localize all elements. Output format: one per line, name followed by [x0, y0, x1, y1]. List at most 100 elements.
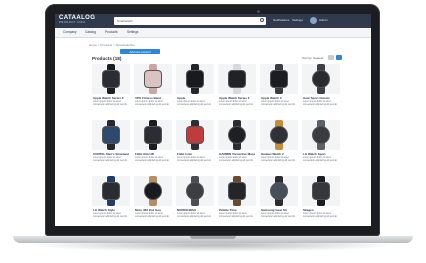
- product-card[interactable]: CONTEL Men's Smartwatch Lorem ipsum dolor…: [92, 120, 130, 170]
- product-card[interactable]: LG Watch Style Lorem ipsum dolor sit amet…: [92, 176, 130, 226]
- product-image[interactable]: [302, 176, 340, 206]
- grid-view-icon[interactable]: [336, 55, 342, 60]
- product-image[interactable]: [260, 176, 298, 206]
- product-description: Lorem ipsum dolor sit amet, consectetur …: [303, 157, 338, 162]
- product-card[interactable]: NORDICWAN Lorem ipsum dolor sit amet, con…: [176, 176, 214, 226]
- watch-face-icon: [144, 182, 162, 200]
- product-title[interactable]: Huawei Watch 2: [261, 152, 297, 156]
- product-title[interactable]: VPG Fitness Band: [135, 96, 171, 100]
- product-image[interactable]: [218, 64, 256, 94]
- product-card[interactable]: Moto 360 2nd Gen Lorem ipsum dolor sit am…: [134, 176, 172, 226]
- watch-face-icon: [270, 126, 288, 144]
- product-title[interactable]: Fitbit Ionic: [177, 152, 213, 156]
- product-card[interactable]: VPG Fitness Band Lorem ipsum dolor sit am…: [134, 64, 172, 114]
- product-image[interactable]: [92, 64, 130, 94]
- product-image[interactable]: [302, 120, 340, 150]
- product-title[interactable]: NORDICWAN: [177, 208, 213, 212]
- product-image[interactable]: [92, 120, 130, 150]
- product-title[interactable]: LG Watch Sport: [303, 152, 339, 156]
- product-card[interactable]: Skagen Lorem ipsum dolor sit amet, consec…: [302, 176, 340, 226]
- product-title[interactable]: Apple Watch Series 2: [219, 96, 255, 100]
- product-title[interactable]: Apple Watch Series 3: [93, 96, 129, 100]
- product-description: Lorem ipsum dolor sit amet, consectetur …: [219, 157, 254, 162]
- settings-link[interactable]: Settings: [292, 18, 303, 22]
- add-product-button[interactable]: Add new product: [120, 49, 160, 54]
- product-card[interactable]: Apple Watch Series 3 Lorem ipsum dolor si…: [92, 64, 130, 114]
- product-title[interactable]: Pebble Time: [219, 208, 255, 212]
- product-title[interactable]: Apple: [177, 96, 213, 100]
- product-card[interactable]: Gear Sport Classic Lorem ipsum dolor sit …: [302, 64, 340, 114]
- product-card[interactable]: Huawei Watch 2 Lorem ipsum dolor sit amet…: [260, 120, 298, 170]
- product-card[interactable]: Fitbit Alta HR Lorem ipsum dolor sit amet…: [134, 120, 172, 170]
- product-description: Lorem ipsum dolor sit amet, consectetur …: [303, 101, 338, 106]
- nav-company[interactable]: Company: [63, 30, 77, 34]
- watch-face-icon: [312, 70, 330, 88]
- laptop-screen: CATAALOG PRODUCT INFO Smartwatch Notific…: [55, 14, 371, 226]
- product-title[interactable]: Gear Sport Classic: [303, 96, 339, 100]
- top-bar: CATAALOG PRODUCT INFO Smartwatch Notific…: [55, 14, 371, 28]
- product-image[interactable]: [92, 176, 130, 206]
- product-title[interactable]: Fitbit Alta HR: [135, 152, 171, 156]
- product-image[interactable]: [134, 176, 172, 206]
- product-image[interactable]: [176, 64, 214, 94]
- product-image[interactable]: [260, 64, 298, 94]
- product-card[interactable]: LG Watch Sport Lorem ipsum dolor sit amet…: [302, 120, 340, 170]
- watch-face-icon: [102, 182, 120, 200]
- product-description: Lorem ipsum dolor sit amet, consectetur …: [261, 101, 296, 106]
- search-input[interactable]: Smartwatch: [114, 17, 266, 25]
- watch-face-icon: [312, 182, 330, 200]
- product-image[interactable]: [134, 64, 172, 94]
- product-image[interactable]: [260, 120, 298, 150]
- product-image[interactable]: [218, 176, 256, 206]
- product-description: Lorem ipsum dolor sit amet, consectetur …: [135, 101, 170, 106]
- watch-face-icon: [270, 182, 288, 200]
- product-description: Lorem ipsum dolor sit amet, consectetur …: [303, 213, 338, 218]
- product-title[interactable]: Samsung Gear S3: [261, 208, 297, 212]
- product-description: Lorem ipsum dolor sit amet, consectetur …: [261, 157, 296, 162]
- product-description: Lorem ipsum dolor sit amet, consectetur …: [219, 213, 254, 218]
- nav-catalog[interactable]: Catalog: [85, 30, 96, 34]
- product-image[interactable]: [176, 176, 214, 206]
- main-nav: Company Catalog Products Settings: [55, 28, 371, 38]
- product-image[interactable]: [134, 120, 172, 150]
- user-name[interactable]: Admin: [319, 18, 328, 22]
- product-description: Lorem ipsum dolor sit amet, consectetur …: [219, 101, 254, 106]
- avatar[interactable]: [310, 17, 317, 24]
- camera-icon: [257, 10, 260, 13]
- product-card[interactable]: GARMIN Vivoactive Music Lorem ipsum dolor…: [218, 120, 256, 170]
- product-image[interactable]: [176, 120, 214, 150]
- product-description: Lorem ipsum dolor sit amet, consectetur …: [177, 157, 212, 162]
- product-description: Lorem ipsum dolor sit amet, consectetur …: [93, 101, 128, 106]
- watch-face-icon: [228, 126, 246, 144]
- product-image[interactable]: [302, 64, 340, 94]
- breadcrumb[interactable]: Home > Products > Smartwatches: [89, 43, 135, 47]
- search-icon[interactable]: [260, 18, 264, 22]
- watch-face-icon: [102, 126, 120, 144]
- watch-face-icon: [186, 126, 204, 144]
- product-title[interactable]: GARMIN Vivoactive Music: [219, 152, 255, 156]
- product-card[interactable]: Apple Watch 3 Lorem ipsum dolor sit amet,…: [260, 64, 298, 114]
- product-card[interactable]: Samsung Gear S3 Lorem ipsum dolor sit ame…: [260, 176, 298, 226]
- watch-face-icon: [228, 182, 246, 200]
- product-description: Lorem ipsum dolor sit amet, consectetur …: [93, 157, 128, 162]
- product-title[interactable]: CONTEL Men's Smartwatch: [93, 152, 129, 156]
- app-logo[interactable]: CATAALOG PRODUCT INFO: [59, 15, 95, 25]
- product-card[interactable]: Pebble Time Lorem ipsum dolor sit amet, c…: [218, 176, 256, 226]
- list-view-icon[interactable]: [328, 55, 334, 60]
- product-card[interactable]: Apple Lorem ipsum dolor sit amet, consect…: [176, 64, 214, 114]
- product-title[interactable]: Apple Watch 3: [261, 96, 297, 100]
- nav-products[interactable]: Products: [105, 30, 118, 34]
- sort-dropdown[interactable]: Sort by: Newest: [302, 56, 323, 60]
- nav-settings[interactable]: Settings: [127, 30, 139, 34]
- logo-subtitle: PRODUCT INFO: [59, 21, 86, 24]
- notifications-link[interactable]: Notifications: [273, 18, 289, 22]
- product-title[interactable]: Skagen: [303, 208, 339, 212]
- product-card[interactable]: Fitbit Ionic Lorem ipsum dolor sit amet, …: [176, 120, 214, 170]
- product-image[interactable]: [218, 120, 256, 150]
- product-description: Lorem ipsum dolor sit amet, consectetur …: [135, 157, 170, 162]
- product-card[interactable]: Apple Watch Series 2 Lorem ipsum dolor si…: [218, 64, 256, 114]
- product-title[interactable]: Moto 360 2nd Gen: [135, 208, 171, 212]
- page-title: Products (18): [92, 56, 122, 61]
- product-title[interactable]: LG Watch Style: [93, 208, 129, 212]
- laptop-notch: [190, 236, 236, 239]
